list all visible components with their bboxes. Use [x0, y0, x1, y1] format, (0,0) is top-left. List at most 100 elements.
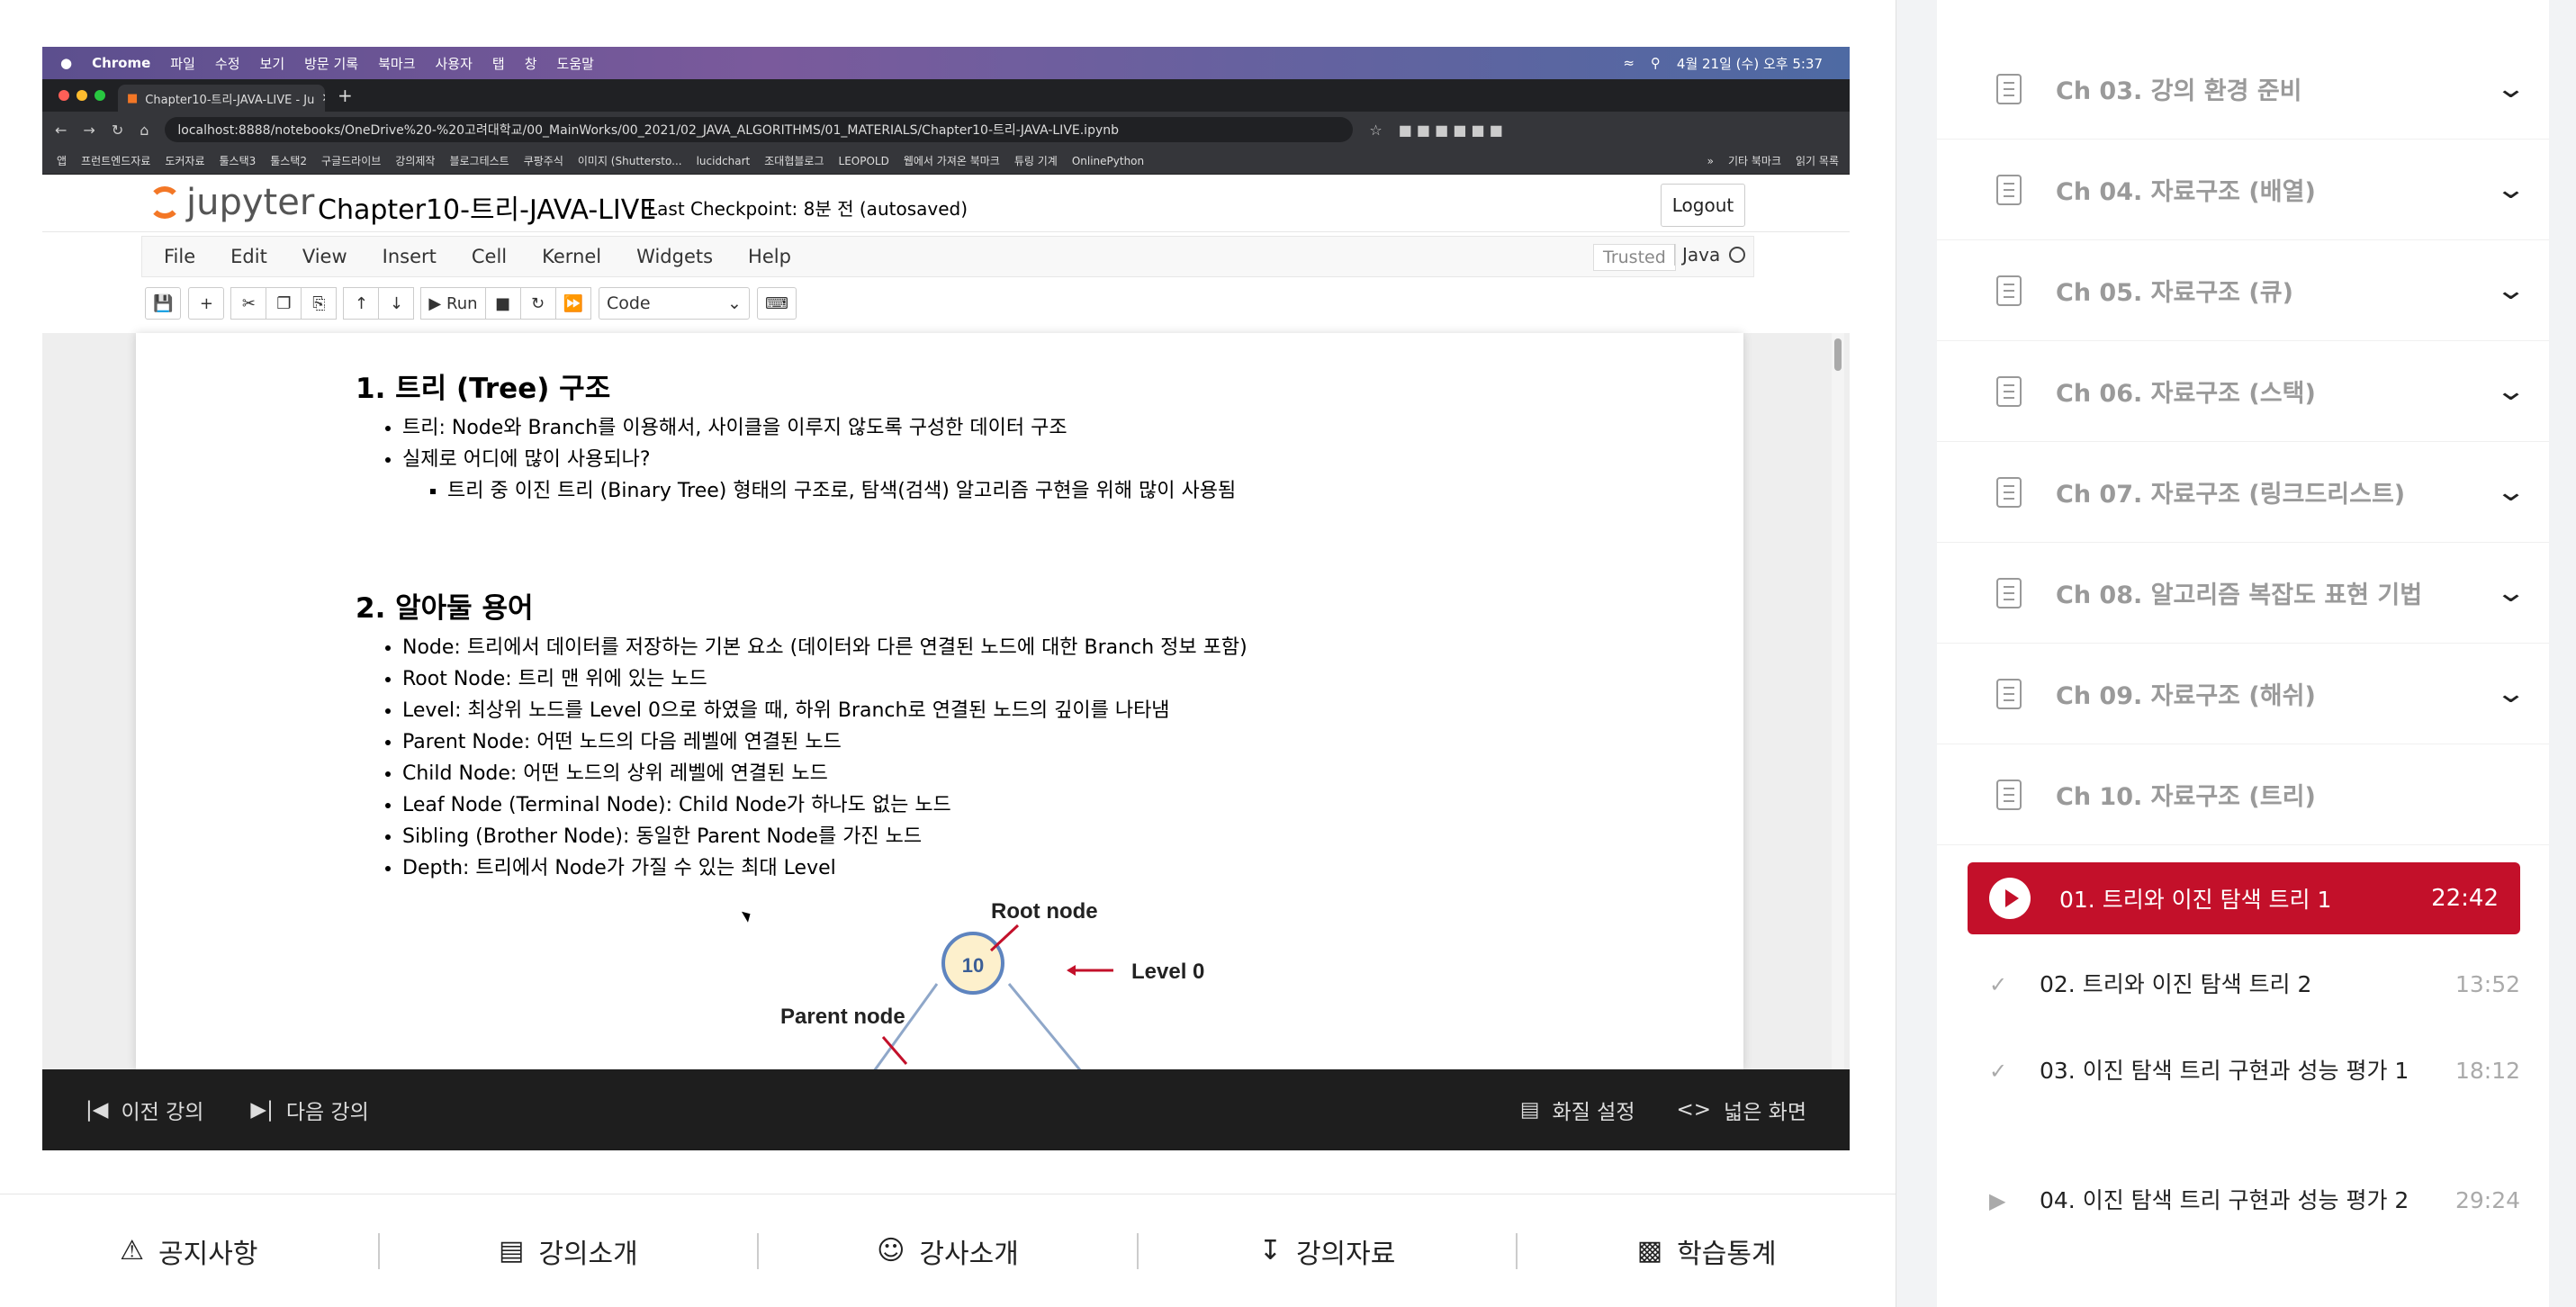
tab-course-intro[interactable]: ▤ 강의소개 [380, 1232, 760, 1270]
bookmark[interactable]: LEOPOLD [839, 155, 889, 167]
video-player[interactable]: ● Chrome 파일 수정 보기 방문 기록 북마크 사용자 탭 창 도움말 … [42, 47, 1850, 1069]
menubar-clock[interactable]: 4월 21일 (수) 오후 5:37 [1677, 54, 1823, 73]
copy-icon[interactable]: ❐ [266, 287, 302, 320]
bookmark[interactable]: 조대협블로그 [764, 153, 824, 168]
forward-icon[interactable]: → [83, 122, 95, 139]
tab-statistics[interactable]: ▩ 학습통계 [1518, 1233, 1896, 1270]
chevron-down-icon[interactable]: ⌄ [2495, 678, 2526, 709]
menubar-item[interactable]: 파일 [170, 54, 195, 73]
cell-type-select[interactable]: Code ⌄ [598, 287, 750, 320]
bookmark[interactable]: lucidchart [697, 155, 751, 167]
apple-icon[interactable]: ● [60, 55, 72, 71]
bookmarks-more[interactable]: » [1707, 155, 1714, 167]
bookmark[interactable]: OnlinePython [1072, 155, 1144, 167]
url-field[interactable]: localhost:8888/notebooks/OneDrive%20-%20… [165, 117, 1354, 142]
notebook-title[interactable]: Chapter10-트리-JAVA-LIVE [318, 187, 656, 227]
kernel-indicator[interactable]: Java [1674, 244, 1746, 266]
browser-tab[interactable]: ■ Chapter10-트리-JAVA-LIVE - Ju ✕ [118, 85, 325, 112]
new-tab-icon[interactable]: + [338, 85, 353, 106]
add-cell-icon[interactable]: + [188, 287, 225, 320]
menu-insert[interactable]: Insert [383, 246, 437, 267]
menubar-item[interactable]: Chrome [92, 55, 150, 71]
minimize-window-icon[interactable] [77, 90, 87, 101]
chevron-down-icon[interactable]: ⌄ [2495, 375, 2526, 407]
bookmark[interactable]: 툴스택3 [220, 153, 257, 168]
quality-settings-button[interactable]: ▤ 화질 설정 [1520, 1095, 1635, 1125]
chapter-item[interactable]: Ch 04. 자료구조 (배열) ⌄ [1937, 140, 2549, 240]
lecture-item[interactable]: ▶ 04. 이진 탐색 트리 구현과 성능 평가 2 29:24 [1989, 1179, 2520, 1222]
menu-widgets[interactable]: Widgets [636, 246, 713, 267]
menubar-item[interactable]: 보기 [260, 54, 285, 73]
keyboard-icon[interactable]: ⌨ [756, 287, 797, 320]
chevron-down-icon[interactable]: ⌄ [2495, 275, 2526, 306]
lecture-item[interactable]: ✓ 03. 이진 탐색 트리 구현과 성능 평가 1 18:12 [1989, 1050, 2520, 1093]
search-icon[interactable]: ⚲ [1651, 55, 1661, 71]
chevron-down-icon[interactable]: ⌄ [2495, 174, 2526, 205]
bookmark[interactable]: 구글드라이브 [321, 153, 381, 168]
save-icon[interactable]: 💾 [145, 287, 182, 320]
wifi-icon[interactable]: ≈ [1623, 55, 1635, 71]
bookmark[interactable]: 도커자료 [165, 153, 204, 168]
logout-button[interactable]: Logout [1661, 184, 1745, 227]
menubar-item[interactable]: 북마크 [378, 54, 415, 73]
bookmark[interactable]: 툴스택2 [270, 153, 307, 168]
prev-lecture-button[interactable]: |◀ 이전 강의 [86, 1095, 203, 1125]
menubar-item[interactable]: 수정 [215, 54, 240, 73]
menu-cell[interactable]: Cell [472, 246, 507, 267]
move-down-icon[interactable]: ↓ [378, 287, 415, 320]
chapter-item[interactable]: Ch 06. 자료구조 (스택) ⌄ [1937, 341, 2549, 442]
cut-icon[interactable]: ✂ [230, 287, 267, 320]
menubar-item[interactable]: 창 [525, 54, 537, 73]
tab-notice[interactable]: ⚠ 공지사항 [0, 1232, 380, 1270]
chevron-down-icon[interactable]: ⌄ [2495, 476, 2526, 508]
fast-forward-icon[interactable]: ⏩ [554, 287, 591, 320]
bookmark[interactable]: 강의제작 [395, 153, 435, 168]
move-up-icon[interactable]: ↑ [343, 287, 380, 320]
scrollbar-thumb[interactable] [1834, 338, 1842, 371]
star-icon[interactable]: ☆ [1369, 122, 1382, 139]
lecture-item[interactable]: ✓ 02. 트리와 이진 탐색 트리 2 13:52 [1989, 963, 2520, 1006]
menubar-item[interactable]: 사용자 [436, 54, 473, 73]
close-tab-icon[interactable]: ✕ [321, 92, 325, 105]
menu-help[interactable]: Help [748, 246, 791, 267]
menubar-item[interactable]: 방문 기록 [304, 54, 358, 73]
tab-instructor[interactable]: ☺ 강사소개 [759, 1232, 1139, 1270]
bookmark[interactable]: 쿠팡주식 [524, 153, 563, 168]
maximize-window-icon[interactable] [95, 90, 105, 101]
chapter-item[interactable]: Ch 07. 자료구조 (링크드리스트) ⌄ [1937, 442, 2549, 543]
bookmark[interactable]: 프런트엔드자료 [81, 153, 150, 168]
reload-icon[interactable]: ↻ [112, 122, 123, 139]
lecture-item-active[interactable]: 01. 트리와 이진 탐색 트리 1 22:42 [1968, 862, 2520, 934]
next-lecture-button[interactable]: ▶| 다음 강의 [250, 1095, 368, 1125]
restart-icon[interactable]: ↻ [519, 287, 556, 320]
back-icon[interactable]: ← [55, 122, 67, 139]
paste-icon[interactable]: ⎘ [301, 287, 338, 320]
tab-materials[interactable]: ↧ 강의자료 [1139, 1232, 1518, 1270]
stop-icon[interactable]: ■ [484, 287, 521, 320]
menu-file[interactable]: File [164, 246, 195, 267]
chapter-item[interactable]: Ch 03. 강의 환경 준비 ⌄ [1937, 39, 2549, 140]
jupyter-logo[interactable]: jupyter [149, 182, 314, 223]
wide-screen-button[interactable]: <> 넓은 화면 [1677, 1095, 1807, 1125]
notebook-scrollbar[interactable] [1832, 333, 1844, 1069]
menu-edit[interactable]: Edit [230, 246, 267, 267]
bookmark[interactable]: 기타 북마크 [1728, 153, 1781, 168]
chapter-item[interactable]: Ch 05. 자료구조 (큐) ⌄ [1937, 240, 2549, 341]
bookmark[interactable]: 웹에서 가져온 북마크 [904, 153, 1000, 168]
menu-view[interactable]: View [302, 246, 347, 267]
chapter-item[interactable]: Ch 08. 알고리즘 복잡도 표현 기법 ⌄ [1937, 543, 2549, 644]
bookmark[interactable]: 읽기 목록 [1796, 153, 1839, 168]
menubar-item[interactable]: 도움말 [557, 54, 594, 73]
close-window-icon[interactable] [59, 90, 69, 101]
extensions-icon[interactable]: ■ ■ ■ ■ ■ ■ [1399, 122, 1503, 139]
menu-kernel[interactable]: Kernel [542, 246, 601, 267]
chevron-down-icon[interactable]: ⌄ [2495, 577, 2526, 608]
home-icon[interactable]: ⌂ [140, 122, 149, 139]
run-button[interactable]: ▶ Run [420, 287, 486, 320]
chapter-item[interactable]: Ch 09. 자료구조 (해쉬) ⌄ [1937, 644, 2549, 744]
menubar-item[interactable]: 탭 [492, 54, 505, 73]
chevron-down-icon[interactable]: ⌄ [2495, 73, 2526, 104]
bookmark[interactable]: 블로그테스트 [449, 153, 509, 168]
chapter-item-active[interactable]: Ch 10. 자료구조 (트리) [1937, 744, 2549, 845]
bookmark[interactable]: 튜링 기계 [1014, 153, 1058, 168]
